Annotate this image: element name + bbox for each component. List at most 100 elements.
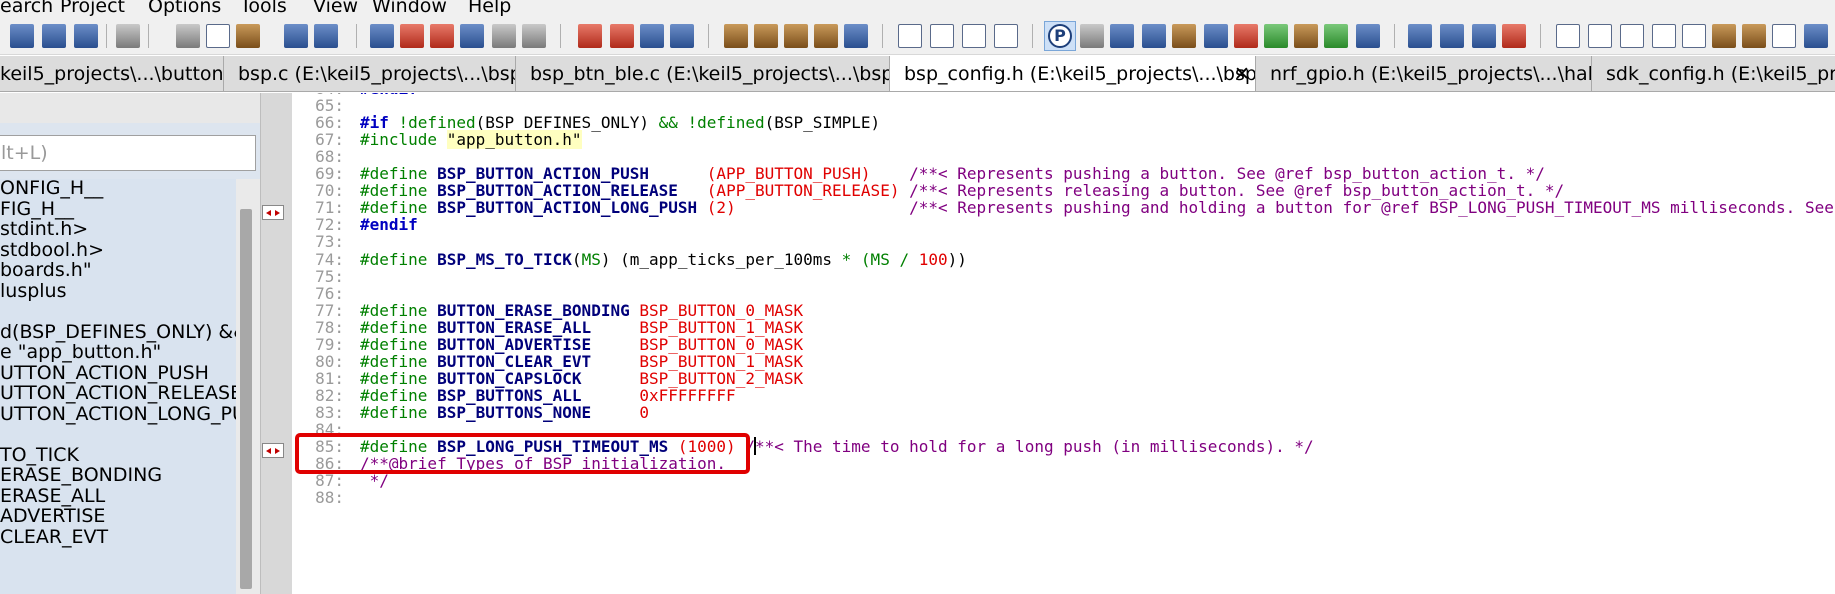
bookmark-icon[interactable] [670, 24, 694, 48]
line-number: 88: [315, 488, 344, 508]
bookmark-marker-icon[interactable] [262, 205, 284, 220]
toolbar-separator [1394, 24, 1395, 48]
expand-icon[interactable] [1440, 24, 1464, 48]
bookmarks-icon[interactable] [754, 24, 778, 48]
tree-icon[interactable] [1110, 24, 1134, 48]
code-token: BSP_BUTTONS_NONE [437, 402, 592, 422]
indent-left-icon[interactable] [578, 24, 602, 48]
bookmark-marker-icon[interactable] [262, 443, 284, 458]
save-all-icon[interactable] [42, 24, 66, 48]
symbol-list-item[interactable]: UTTON_ACTION_LONG_PUS [0, 402, 236, 426]
toolbar-separator [356, 24, 357, 48]
tab-label: bsp_btn_ble.c (E:\keil5_projects\...\bsp… [530, 63, 890, 85]
save-icon[interactable] [10, 24, 34, 48]
symbol-list-item[interactable]: lusplus [0, 279, 67, 303]
project-icon[interactable]: P [1048, 24, 1072, 48]
symbol-panel-header [0, 93, 260, 123]
type-icon[interactable] [1742, 24, 1766, 48]
plus-minus-icon[interactable] [1408, 24, 1432, 48]
bold-icon[interactable] [1588, 24, 1612, 48]
screen-icon[interactable] [1080, 24, 1104, 48]
window-icon[interactable] [930, 24, 954, 48]
tab-bsp-c[interactable]: bsp.c (E:\keil5_projects\...\bsp) [224, 56, 516, 91]
cut-icon[interactable] [176, 24, 200, 48]
symbol-icon[interactable] [1142, 24, 1166, 48]
tab-sdk-config-h[interactable]: sdk_config.h (E:\keil5_projects\...\conf… [1592, 56, 1835, 91]
indent-right-icon[interactable] [610, 24, 634, 48]
delete-icon[interactable] [1502, 24, 1526, 48]
enum-icon[interactable] [1682, 24, 1706, 48]
code-token: 0xFFFFFFFF [639, 385, 736, 405]
context-icon[interactable] [1204, 24, 1228, 48]
tab-button-file[interactable]: keil5_projects\...\button) [0, 56, 224, 91]
outline-icon[interactable] [640, 24, 664, 48]
find-next-icon[interactable] [430, 24, 454, 48]
regex-icon[interactable] [522, 24, 546, 48]
scrollbar-thumb[interactable] [240, 209, 252, 589]
code-token: * (MS / [841, 249, 910, 269]
tab-label: bsp_config.h (E:\keil5_projects\...\bsp) [904, 63, 1256, 85]
code-token: "app_button.h" [446, 130, 582, 150]
code-text: */ [360, 471, 389, 491]
menu-help[interactable]: Help [468, 0, 511, 17]
tab-label: bsp.c (E:\keil5_projects\...\bsp) [238, 63, 516, 85]
code-token: BSP_MS_TO_TICK [437, 249, 572, 269]
search-placeholder: lt+L) [1, 142, 48, 164]
split-icon[interactable] [962, 24, 986, 48]
code-text: #define BSP_MS_TO_TICK(MS) (m_app_ticks_… [360, 250, 967, 270]
symbol-search-input[interactable]: lt+L) [0, 135, 256, 171]
case-icon[interactable] [1620, 24, 1644, 48]
compare-icon[interactable] [1324, 24, 1348, 48]
tab-bsp-config-h[interactable]: bsp_config.h (E:\keil5_projects\...\bsp)… [890, 56, 1256, 91]
tab-bsp-btn-ble-c[interactable]: bsp_btn_ble.c (E:\keil5_projects\...\bsp… [516, 56, 890, 91]
toolbar: P [0, 18, 1835, 55]
find-in-files-icon[interactable] [400, 24, 424, 48]
book-icon[interactable] [784, 24, 808, 48]
tab-nrf-gpio-h[interactable]: nrf_gpio.h (E:\keil5_projects\...\hal) [1256, 56, 1592, 91]
toolbar-separator [560, 24, 561, 48]
editor-gutter [260, 93, 292, 594]
layout-icon[interactable] [898, 24, 922, 48]
replace-icon[interactable] [460, 24, 484, 48]
print-icon[interactable] [116, 24, 140, 48]
find-icon[interactable] [370, 24, 394, 48]
code-text: #include "app_button.h" [360, 130, 582, 150]
definition-icon[interactable] [1652, 24, 1676, 48]
cascade-icon[interactable] [994, 24, 1018, 48]
menu-search[interactable]: earch [0, 0, 53, 17]
menu-options[interactable]: Options [148, 0, 221, 17]
bird-icon[interactable] [1294, 24, 1318, 48]
save-copies-icon[interactable] [74, 24, 98, 48]
panel-icon[interactable] [1356, 24, 1380, 48]
code-editor[interactable]: 64:#endif65:66:#if !defined(BSP_DEFINES_… [292, 93, 1835, 594]
swap-icon[interactable] [492, 24, 516, 48]
jump-icon[interactable] [1234, 24, 1258, 48]
paste-icon[interactable] [236, 24, 260, 48]
refactor-icon[interactable] [844, 24, 868, 48]
symbol-list-item[interactable]: CLEAR_EVT [0, 525, 108, 549]
class-icon[interactable] [1556, 24, 1580, 48]
undo-icon[interactable] [284, 24, 308, 48]
menu-window[interactable]: Window [372, 0, 447, 17]
menu-project[interactable]: Project [60, 0, 125, 17]
code-text: #define BSP_BUTTONS_NONE 0 [360, 403, 649, 423]
folder-icon[interactable] [1712, 24, 1736, 48]
list-icon[interactable] [1772, 24, 1796, 48]
copy-icon[interactable] [206, 24, 230, 48]
close-icon[interactable]: ✕ [1234, 63, 1250, 85]
more-icon[interactable] [1804, 24, 1828, 48]
toolbar-separator [1540, 24, 1541, 48]
code-token: ( [571, 249, 582, 269]
menu-tools[interactable]: Tools [240, 0, 287, 17]
sync-icon[interactable] [1264, 24, 1288, 48]
collapse-icon[interactable] [1472, 24, 1496, 48]
relation-icon[interactable] [1172, 24, 1196, 48]
symbol-list: ONFIG_H__ FIG_H__ stdint.h> stdbool.h> board… [0, 179, 236, 594]
pin-icon[interactable] [724, 24, 748, 48]
redo-icon[interactable] [314, 24, 338, 48]
function-icon[interactable] [814, 24, 838, 48]
symbol-list-scrollbar[interactable] [236, 179, 260, 594]
menu-view[interactable]: View [313, 0, 358, 17]
toolbar-separator [708, 24, 709, 48]
